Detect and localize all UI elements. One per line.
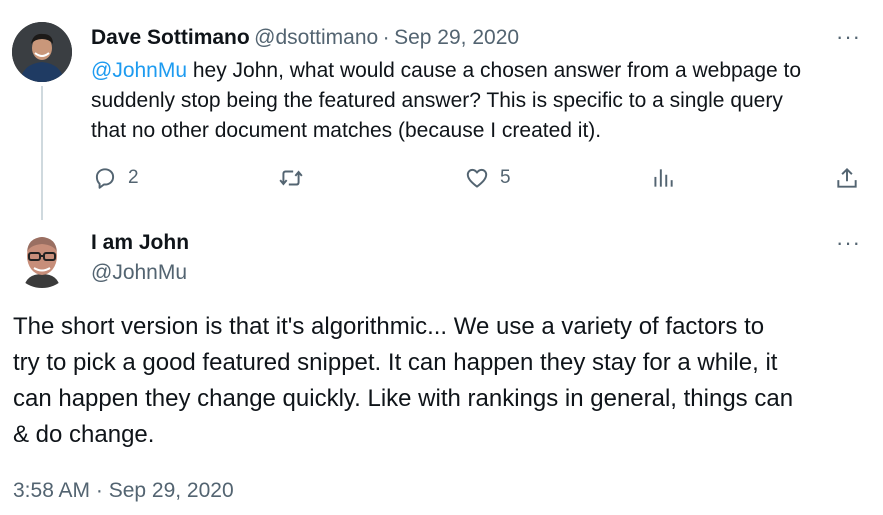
reply-tweet-text: @JohnMu hey John, what would cause a cho… <box>91 56 871 146</box>
views-button[interactable] <box>650 165 686 191</box>
reply-button[interactable]: 2 <box>92 165 139 191</box>
reply-author-handle[interactable]: @dsottimano <box>254 26 378 49</box>
main-text-line: can happen they change quickly. Like wit… <box>13 385 794 412</box>
avatar-dave-sottimano[interactable] <box>12 22 72 82</box>
reply-text-line: that no other document matches (because … <box>91 119 602 142</box>
mention-link[interactable]: @JohnMu <box>91 59 187 82</box>
more-icon[interactable]: ··· <box>836 232 861 254</box>
like-button[interactable]: 5 <box>464 165 511 191</box>
reply-icon <box>95 168 115 189</box>
main-author-handle[interactable]: @JohnMu <box>91 261 187 285</box>
main-author-name[interactable]: I am John <box>91 231 189 255</box>
avatar-i-am-john[interactable] <box>12 228 72 288</box>
reply-author-name[interactable]: Dave Sottimano <box>91 26 250 49</box>
thread-connector-line <box>41 86 43 220</box>
like-icon <box>466 168 488 188</box>
main-text-line: & do change. <box>13 421 155 448</box>
views-icon <box>654 169 673 187</box>
share-button[interactable] <box>834 165 860 191</box>
main-text-line: The short version is that it's algorithm… <box>13 313 765 340</box>
reply-count: 2 <box>128 167 139 188</box>
like-count: 5 <box>500 167 511 188</box>
main-text-line: try to pick a good featured snippet. It … <box>13 349 778 376</box>
reply-date[interactable]: Sep 29, 2020 <box>394 26 519 49</box>
more-icon[interactable]: ··· <box>836 26 861 48</box>
header-separator: · <box>382 26 390 49</box>
main-tweet-text: The short version is that it's algorithm… <box>13 309 873 453</box>
retweet-button[interactable] <box>278 165 314 191</box>
retweet-icon <box>279 170 303 186</box>
reply-tweet-header: Dave Sottimano @dsottimano · Sep 29, 202… <box>91 26 519 50</box>
reply-text-line: hey John, what would cause a chosen answ… <box>187 59 802 82</box>
reply-text-line: suddenly stop being the featured answer?… <box>91 89 783 112</box>
tweet-timestamp[interactable]: 3:58 AM · Sep 29, 2020 <box>13 479 234 503</box>
share-icon <box>837 167 857 188</box>
